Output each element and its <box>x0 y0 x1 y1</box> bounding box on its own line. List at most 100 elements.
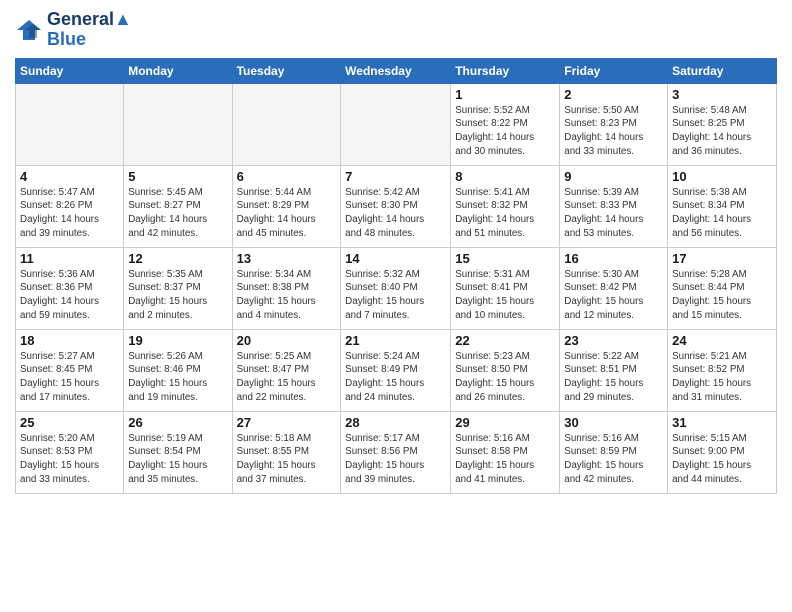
day-number: 19 <box>128 333 227 348</box>
day-info: Sunrise: 5:50 AM Sunset: 8:23 PM Dayligh… <box>564 104 663 159</box>
day-info: Sunrise: 5:42 AM Sunset: 8:30 PM Dayligh… <box>345 186 446 241</box>
day-info: Sunrise: 5:19 AM Sunset: 8:54 PM Dayligh… <box>128 432 227 487</box>
day-info: Sunrise: 5:20 AM Sunset: 8:53 PM Dayligh… <box>20 432 119 487</box>
day-info: Sunrise: 5:32 AM Sunset: 8:40 PM Dayligh… <box>345 268 446 323</box>
day-cell-28: 28 Sunrise: 5:17 AM Sunset: 8:56 PM Dayli… <box>341 411 451 493</box>
day-number: 4 <box>20 169 119 184</box>
day-number: 23 <box>564 333 663 348</box>
col-header-wednesday: Wednesday <box>341 58 451 83</box>
day-number: 1 <box>455 87 555 102</box>
day-cell-9: 9 Sunrise: 5:39 AM Sunset: 8:33 PM Daylig… <box>560 165 668 247</box>
day-info: Sunrise: 5:41 AM Sunset: 8:32 PM Dayligh… <box>455 186 555 241</box>
day-number: 26 <box>128 415 227 430</box>
day-number: 3 <box>672 87 772 102</box>
col-header-friday: Friday <box>560 58 668 83</box>
day-number: 7 <box>345 169 446 184</box>
day-info: Sunrise: 5:16 AM Sunset: 8:58 PM Dayligh… <box>455 432 555 487</box>
day-cell-12: 12 Sunrise: 5:35 AM Sunset: 8:37 PM Dayli… <box>124 247 232 329</box>
day-cell-26: 26 Sunrise: 5:19 AM Sunset: 8:54 PM Dayli… <box>124 411 232 493</box>
col-header-tuesday: Tuesday <box>232 58 341 83</box>
day-info: Sunrise: 5:21 AM Sunset: 8:52 PM Dayligh… <box>672 350 772 405</box>
day-number: 16 <box>564 251 663 266</box>
day-info: Sunrise: 5:17 AM Sunset: 8:56 PM Dayligh… <box>345 432 446 487</box>
day-info: Sunrise: 5:39 AM Sunset: 8:33 PM Dayligh… <box>564 186 663 241</box>
day-info: Sunrise: 5:38 AM Sunset: 8:34 PM Dayligh… <box>672 186 772 241</box>
days-header-row: SundayMondayTuesdayWednesdayThursdayFrid… <box>16 58 777 83</box>
day-cell-8: 8 Sunrise: 5:41 AM Sunset: 8:32 PM Daylig… <box>451 165 560 247</box>
week-row-1: 1 Sunrise: 5:52 AM Sunset: 8:22 PM Daylig… <box>16 83 777 165</box>
day-info: Sunrise: 5:35 AM Sunset: 8:37 PM Dayligh… <box>128 268 227 323</box>
logo-area: General▲ Blue <box>15 10 132 50</box>
day-number: 9 <box>564 169 663 184</box>
day-number: 25 <box>20 415 119 430</box>
day-cell-4: 4Sunrise: 5:47 AM Sunset: 8:26 PM Daylig… <box>16 165 124 247</box>
day-cell-20: 20Sunrise: 5:25 AM Sunset: 8:47 PM Dayli… <box>232 329 341 411</box>
day-cell-27: 27Sunrise: 5:18 AM Sunset: 8:55 PM Dayli… <box>232 411 341 493</box>
logo-text: General▲ Blue <box>47 10 132 50</box>
day-cell-1: 1 Sunrise: 5:52 AM Sunset: 8:22 PM Daylig… <box>451 83 560 165</box>
col-header-thursday: Thursday <box>451 58 560 83</box>
day-cell-5: 5Sunrise: 5:45 AM Sunset: 8:27 PM Daylig… <box>124 165 232 247</box>
empty-cell <box>232 83 341 165</box>
day-cell-13: 13 Sunrise: 5:34 AM Sunset: 8:38 PM Dayli… <box>232 247 341 329</box>
col-header-saturday: Saturday <box>668 58 777 83</box>
day-cell-3: 3Sunrise: 5:48 AM Sunset: 8:25 PM Daylig… <box>668 83 777 165</box>
day-info: Sunrise: 5:45 AM Sunset: 8:27 PM Dayligh… <box>128 186 227 241</box>
day-info: Sunrise: 5:34 AM Sunset: 8:38 PM Dayligh… <box>237 268 337 323</box>
week-row-5: 25 Sunrise: 5:20 AM Sunset: 8:53 PM Dayli… <box>16 411 777 493</box>
col-header-monday: Monday <box>124 58 232 83</box>
day-cell-11: 11Sunrise: 5:36 AM Sunset: 8:36 PM Dayli… <box>16 247 124 329</box>
day-info: Sunrise: 5:30 AM Sunset: 8:42 PM Dayligh… <box>564 268 663 323</box>
day-info: Sunrise: 5:52 AM Sunset: 8:22 PM Dayligh… <box>455 104 555 159</box>
day-number: 28 <box>345 415 446 430</box>
day-cell-23: 23 Sunrise: 5:22 AM Sunset: 8:51 PM Dayli… <box>560 329 668 411</box>
day-cell-6: 6Sunrise: 5:44 AM Sunset: 8:29 PM Daylig… <box>232 165 341 247</box>
day-number: 13 <box>237 251 337 266</box>
day-number: 17 <box>672 251 772 266</box>
day-info: Sunrise: 5:28 AM Sunset: 8:44 PM Dayligh… <box>672 268 772 323</box>
day-number: 8 <box>455 169 555 184</box>
day-cell-10: 10 Sunrise: 5:38 AM Sunset: 8:34 PM Dayli… <box>668 165 777 247</box>
day-info: Sunrise: 5:24 AM Sunset: 8:49 PM Dayligh… <box>345 350 446 405</box>
day-cell-17: 17 Sunrise: 5:28 AM Sunset: 8:44 PM Dayli… <box>668 247 777 329</box>
day-number: 30 <box>564 415 663 430</box>
day-number: 12 <box>128 251 227 266</box>
page: General▲ Blue SundayMondayTuesdayWednesd… <box>0 0 792 612</box>
col-header-sunday: Sunday <box>16 58 124 83</box>
day-cell-7: 7 Sunrise: 5:42 AM Sunset: 8:30 PM Daylig… <box>341 165 451 247</box>
day-cell-14: 14Sunrise: 5:32 AM Sunset: 8:40 PM Dayli… <box>341 247 451 329</box>
day-cell-21: 21 Sunrise: 5:24 AM Sunset: 8:49 PM Dayli… <box>341 329 451 411</box>
day-number: 2 <box>564 87 663 102</box>
day-number: 22 <box>455 333 555 348</box>
week-row-2: 4Sunrise: 5:47 AM Sunset: 8:26 PM Daylig… <box>16 165 777 247</box>
logo-icon <box>15 16 43 44</box>
day-info: Sunrise: 5:31 AM Sunset: 8:41 PM Dayligh… <box>455 268 555 323</box>
empty-cell <box>124 83 232 165</box>
header: General▲ Blue <box>15 10 777 50</box>
day-number: 10 <box>672 169 772 184</box>
day-number: 18 <box>20 333 119 348</box>
day-info: Sunrise: 5:23 AM Sunset: 8:50 PM Dayligh… <box>455 350 555 405</box>
day-number: 20 <box>237 333 337 348</box>
day-info: Sunrise: 5:15 AM Sunset: 9:00 PM Dayligh… <box>672 432 772 487</box>
day-number: 21 <box>345 333 446 348</box>
day-cell-19: 19Sunrise: 5:26 AM Sunset: 8:46 PM Dayli… <box>124 329 232 411</box>
day-cell-22: 22 Sunrise: 5:23 AM Sunset: 8:50 PM Dayli… <box>451 329 560 411</box>
day-cell-24: 24Sunrise: 5:21 AM Sunset: 8:52 PM Dayli… <box>668 329 777 411</box>
day-info: Sunrise: 5:27 AM Sunset: 8:45 PM Dayligh… <box>20 350 119 405</box>
week-row-3: 11Sunrise: 5:36 AM Sunset: 8:36 PM Dayli… <box>16 247 777 329</box>
week-row-4: 18 Sunrise: 5:27 AM Sunset: 8:45 PM Dayli… <box>16 329 777 411</box>
day-info: Sunrise: 5:16 AM Sunset: 8:59 PM Dayligh… <box>564 432 663 487</box>
day-cell-31: 31 Sunrise: 5:15 AM Sunset: 9:00 PM Dayli… <box>668 411 777 493</box>
day-cell-15: 15Sunrise: 5:31 AM Sunset: 8:41 PM Dayli… <box>451 247 560 329</box>
day-cell-29: 29 Sunrise: 5:16 AM Sunset: 8:58 PM Dayli… <box>451 411 560 493</box>
day-number: 29 <box>455 415 555 430</box>
day-info: Sunrise: 5:22 AM Sunset: 8:51 PM Dayligh… <box>564 350 663 405</box>
day-cell-2: 2 Sunrise: 5:50 AM Sunset: 8:23 PM Daylig… <box>560 83 668 165</box>
day-info: Sunrise: 5:18 AM Sunset: 8:55 PM Dayligh… <box>237 432 337 487</box>
day-number: 11 <box>20 251 119 266</box>
day-info: Sunrise: 5:44 AM Sunset: 8:29 PM Dayligh… <box>237 186 337 241</box>
day-cell-16: 16 Sunrise: 5:30 AM Sunset: 8:42 PM Dayli… <box>560 247 668 329</box>
day-cell-25: 25 Sunrise: 5:20 AM Sunset: 8:53 PM Dayli… <box>16 411 124 493</box>
day-number: 31 <box>672 415 772 430</box>
